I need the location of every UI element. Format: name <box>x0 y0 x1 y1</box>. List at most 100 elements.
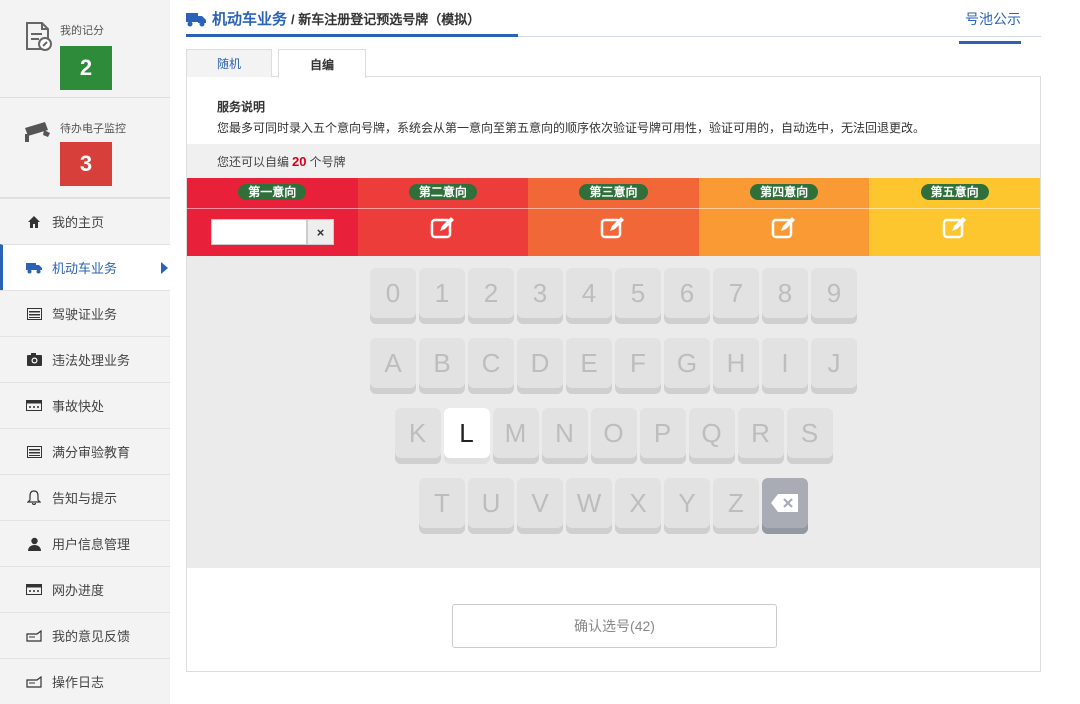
sidebar-item-progress[interactable]: 网办进度 <box>0 566 170 612</box>
sidebar-item-label: 操作日志 <box>52 675 105 690</box>
intent-divider <box>528 208 699 209</box>
list-card-icon <box>26 444 42 460</box>
sidebar-item-home[interactable]: 我的主页 <box>0 198 170 244</box>
breadcrumb: 机动车业务 / 新车注册登记预选号牌（模拟） <box>186 8 480 29</box>
key[interactable]: C <box>468 338 514 394</box>
key[interactable]: T <box>419 478 465 534</box>
edit-icon[interactable] <box>770 216 798 240</box>
key[interactable]: Z <box>713 478 759 534</box>
sidebar-item-feedback[interactable]: 我的意见反馈 <box>0 612 170 658</box>
key[interactable]: I <box>762 338 808 394</box>
key[interactable]: Y <box>664 478 710 534</box>
key[interactable]: P <box>639 408 686 464</box>
key[interactable]: N <box>541 408 588 464</box>
key[interactable]: 9 <box>811 268 857 324</box>
intent-columns: 第一意向 × 第二意向 第三意向 第四意向 第五意向 <box>187 178 1040 256</box>
score-value: 2 <box>60 46 112 90</box>
keyboard-row-a-j: A B C D E F G H I J <box>187 338 1040 394</box>
key[interactable]: D <box>517 338 563 394</box>
key[interactable]: S <box>786 408 833 464</box>
monitor-label: 待办电子监控 <box>60 123 126 135</box>
key[interactable]: F <box>615 338 661 394</box>
key[interactable]: E <box>566 338 612 394</box>
monitor-value: 3 <box>60 142 112 186</box>
intent-label: 第三意向 <box>579 184 648 200</box>
key[interactable]: 0 <box>370 268 416 324</box>
page-title: / 新车注册登记预选号牌（模拟） <box>291 12 481 27</box>
intent-divider <box>357 208 529 209</box>
keyboard-row-t-z: T U V W X Y Z <box>187 478 1040 534</box>
intent-divider <box>187 208 358 209</box>
intent-divider <box>869 208 1040 209</box>
key[interactable]: R <box>737 408 784 464</box>
keyboard-row-digits: 0 1 2 3 4 5 6 7 8 9 <box>187 268 1040 324</box>
service-title: 服务说明 <box>217 100 266 114</box>
sidebar-item-vehicle[interactable]: 机动车业务 <box>0 244 170 290</box>
key-active[interactable]: L <box>443 408 490 464</box>
confirm-selection-button[interactable]: 确认选号(42) <box>452 604 777 648</box>
sidebar-item-license[interactable]: 驾驶证业务 <box>0 290 170 336</box>
score-stat[interactable]: 我的记分 2 <box>0 0 170 98</box>
plate-keyboard: 0 1 2 3 4 5 6 7 8 9 A B C D E F G H I J … <box>187 256 1040 568</box>
plate-input[interactable] <box>211 219 307 245</box>
truck-icon <box>186 12 206 26</box>
sidebar-item-label: 我的主页 <box>52 215 105 230</box>
edit-icon[interactable] <box>599 216 627 240</box>
remaining-suffix: 个号牌 <box>309 154 346 169</box>
remaining-number: 20 <box>292 153 307 169</box>
sidebar-item-accident[interactable]: 事故快处 <box>0 382 170 428</box>
sidebar-item-label: 告知与提示 <box>52 491 118 506</box>
sidebar-item-label: 用户信息管理 <box>52 537 131 552</box>
key[interactable]: X <box>615 478 661 534</box>
key[interactable]: J <box>811 338 857 394</box>
clear-button[interactable]: × <box>307 219 334 245</box>
tab-random[interactable]: 随机 <box>186 49 272 77</box>
sidebar-item-education[interactable]: 满分审验教育 <box>0 428 170 474</box>
edit-icon[interactable] <box>429 216 457 240</box>
intent-label: 第四意向 <box>750 184 819 200</box>
sidebar-item-label: 驾驶证业务 <box>52 307 118 322</box>
key[interactable]: 4 <box>566 268 612 324</box>
key[interactable]: O <box>590 408 637 464</box>
key[interactable]: 1 <box>419 268 465 324</box>
key[interactable]: 5 <box>615 268 661 324</box>
tab-custom[interactable]: 自编 <box>278 49 366 78</box>
backspace-key[interactable] <box>762 478 808 534</box>
plate-pool-link[interactable]: 号池公示 <box>965 9 1021 29</box>
key[interactable]: 7 <box>713 268 759 324</box>
sidebar-item-label: 网办进度 <box>52 583 105 598</box>
key[interactable]: M <box>492 408 539 464</box>
sidebar-item-notice[interactable]: 告知与提示 <box>0 474 170 520</box>
breadcrumb-underline <box>186 34 518 37</box>
monitor-stat[interactable]: 待办电子监控 3 <box>0 98 170 198</box>
key[interactable]: Q <box>688 408 735 464</box>
key[interactable]: G <box>664 338 710 394</box>
key[interactable]: U <box>468 478 514 534</box>
key[interactable]: K <box>394 408 441 464</box>
key[interactable]: V <box>517 478 563 534</box>
key[interactable]: 6 <box>664 268 710 324</box>
home-icon <box>26 214 42 230</box>
sidebar-item-label: 我的意见反馈 <box>52 629 131 644</box>
intent-label: 第五意向 <box>920 184 989 200</box>
key[interactable]: 2 <box>468 268 514 324</box>
surveillance-camera-icon <box>25 122 50 142</box>
key[interactable]: 3 <box>517 268 563 324</box>
key[interactable]: B <box>419 338 465 394</box>
key[interactable]: H <box>713 338 759 394</box>
remaining-count: 您还可以自编 20 个号牌 <box>187 144 1040 178</box>
pool-link-underline <box>959 41 1021 44</box>
intent-1: 第一意向 × <box>187 178 358 256</box>
intent-4: 第四意向 <box>698 178 870 256</box>
edit-icon[interactable] <box>941 216 969 240</box>
bell-icon <box>26 490 42 506</box>
key[interactable]: W <box>566 478 612 534</box>
sidebar-item-user-info[interactable]: 用户信息管理 <box>0 520 170 566</box>
key[interactable]: A <box>370 338 416 394</box>
log-icon <box>26 674 42 690</box>
key[interactable]: 8 <box>762 268 808 324</box>
breadcrumb-section[interactable]: 机动车业务 <box>212 8 287 29</box>
sidebar-item-violation[interactable]: 违法处理业务 <box>0 336 170 382</box>
camera-icon <box>26 352 42 368</box>
sidebar-item-log[interactable]: 操作日志 <box>0 658 170 704</box>
